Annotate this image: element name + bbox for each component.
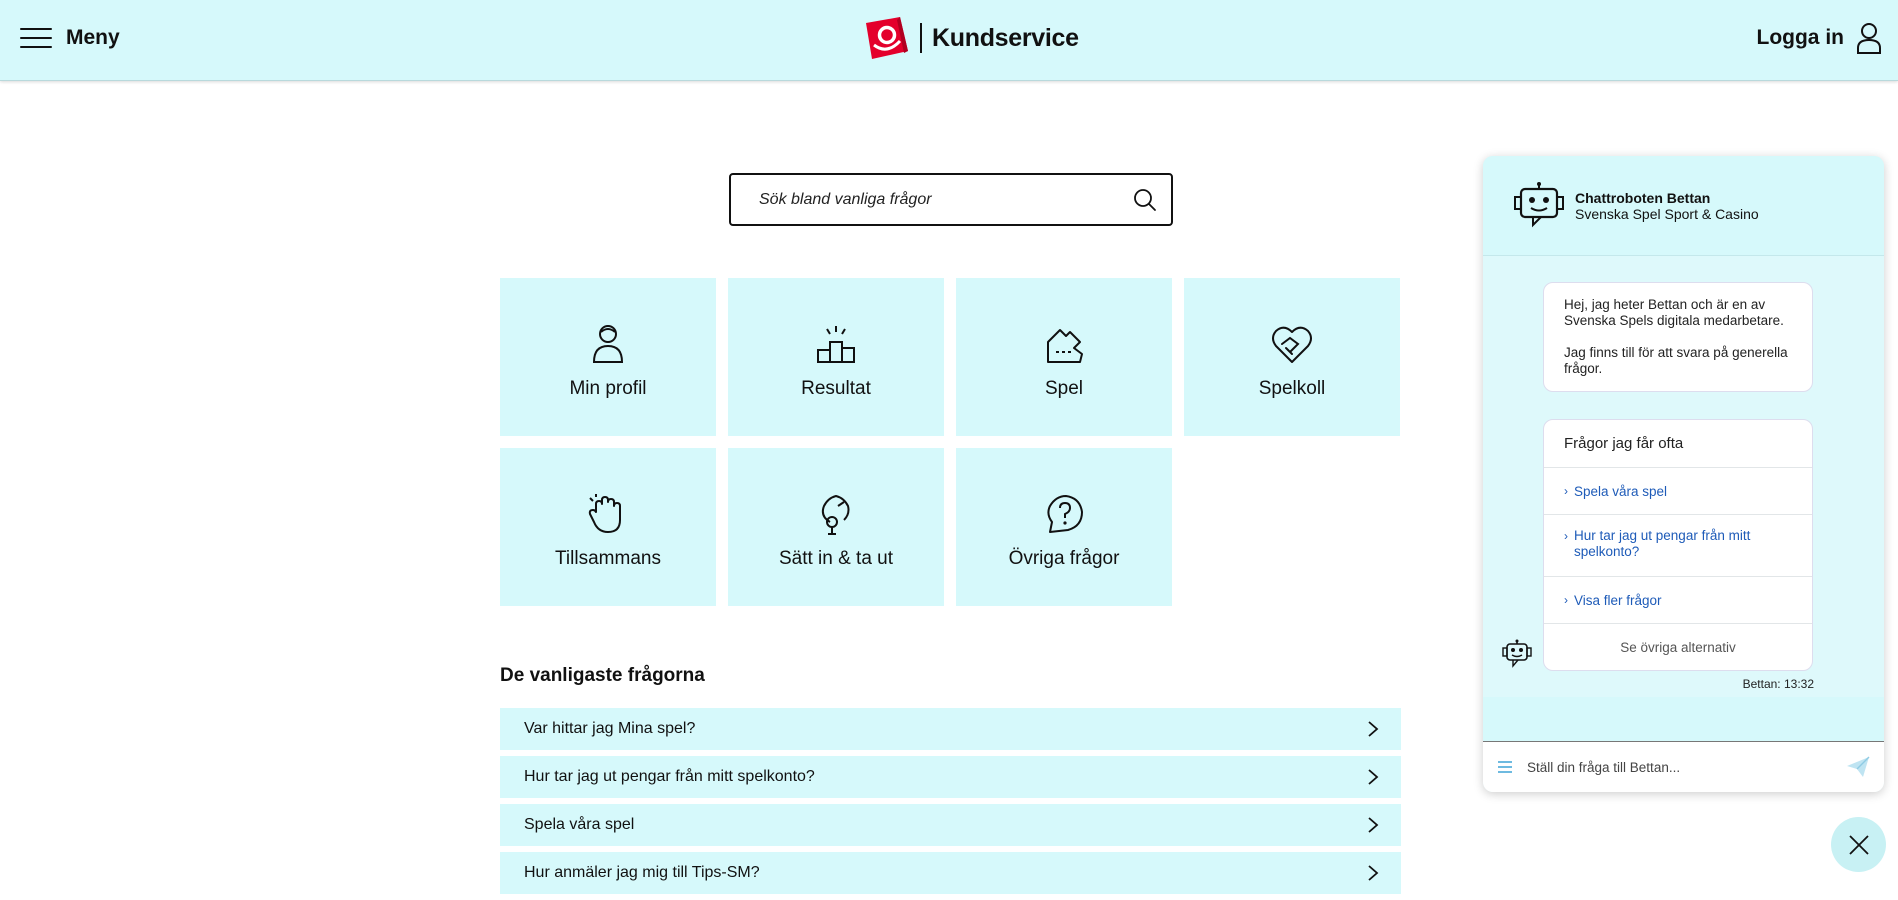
bot-avatar-icon bbox=[1502, 639, 1532, 668]
quick-options: Frågor jag får ofta › Spela våra spel › Hu… bbox=[1543, 419, 1813, 671]
heart-handshake-icon bbox=[1272, 326, 1312, 363]
chat-messages: Hej, jag heter Bettan och är en av Svens… bbox=[1483, 256, 1884, 697]
chevron-right-icon bbox=[1368, 817, 1379, 833]
chevron-right-icon bbox=[1368, 769, 1379, 785]
chat-widget: Chattroboten Bettan Svenska Spel Sport &… bbox=[1483, 156, 1884, 792]
question-bubble-icon bbox=[1047, 495, 1083, 533]
faq-item[interactable]: Hur anmäler jag mig till Tips-SM? bbox=[500, 852, 1401, 894]
chevron-right-icon: › bbox=[1564, 529, 1568, 543]
greeting-text: Hej, jag heter Bettan och är en av Svens… bbox=[1564, 297, 1784, 328]
category-label: Min profil bbox=[569, 378, 647, 399]
brand[interactable]: Kundservice bbox=[860, 14, 1079, 62]
money-bag-icon bbox=[821, 494, 850, 535]
close-icon bbox=[1848, 834, 1869, 855]
category-satt-in-ta-ut[interactable]: Sätt in & ta ut bbox=[728, 448, 944, 606]
category-ovriga-fragor[interactable]: Övriga frågor bbox=[956, 448, 1172, 606]
faq-item[interactable]: Spela våra spel bbox=[500, 804, 1401, 846]
top-header: Meny Kundservice Logga in bbox=[0, 0, 1898, 81]
category-label: Tillsammans bbox=[555, 548, 661, 569]
chat-input-bar bbox=[1483, 741, 1884, 792]
faq-item[interactable]: Hur tar jag ut pengar från mitt spelkont… bbox=[500, 756, 1401, 798]
category-grid: Min profil Resultat Spel Spelkoll Tillsa… bbox=[500, 278, 1402, 606]
category-label: Spel bbox=[1044, 378, 1084, 399]
category-label: Spelkoll bbox=[1258, 378, 1326, 399]
quick-option-label: Visa fler frågor bbox=[1574, 592, 1662, 608]
faq-question: Hur anmäler jag mig till Tips-SM? bbox=[524, 864, 760, 881]
close-chat-button[interactable] bbox=[1831, 817, 1886, 872]
high-five-icon bbox=[588, 494, 621, 533]
ticket-icon bbox=[1047, 329, 1083, 363]
menu-label: Meny bbox=[66, 26, 120, 49]
category-spel[interactable]: Spel bbox=[956, 278, 1172, 436]
quick-option[interactable]: › Visa fler frågor bbox=[1544, 577, 1812, 624]
user-icon bbox=[1857, 23, 1881, 54]
category-min-profil[interactable]: Min profil bbox=[500, 278, 716, 436]
quick-option[interactable]: › Spela våra spel bbox=[1544, 468, 1812, 515]
faq-list: Var hittar jag Mina spel? Hur tar jag ut… bbox=[500, 708, 1401, 900]
quick-option-label: Spela våra spel bbox=[1574, 483, 1668, 499]
chat-header: Chattroboten Bettan Svenska Spel Sport &… bbox=[1483, 156, 1884, 256]
category-tillsammans[interactable]: Tillsammans bbox=[500, 448, 716, 606]
brand-divider bbox=[920, 23, 922, 53]
chat-message-input[interactable] bbox=[1527, 759, 1846, 775]
greeting-text: Jag finns till för att svara på generell… bbox=[1564, 345, 1788, 376]
podium-icon bbox=[817, 326, 855, 363]
person-icon bbox=[592, 325, 624, 363]
faq-search[interactable] bbox=[729, 173, 1173, 226]
category-label: Sätt in & ta ut bbox=[778, 548, 894, 569]
faq-question: Var hittar jag Mina spel? bbox=[524, 720, 696, 737]
chevron-right-icon bbox=[1368, 721, 1379, 737]
chat-message: Hej, jag heter Bettan och är en av Svens… bbox=[1543, 282, 1813, 392]
robot-icon bbox=[1514, 181, 1564, 227]
hamburger-icon bbox=[20, 28, 52, 48]
faq-question: Hur tar jag ut pengar från mitt spelkont… bbox=[524, 768, 815, 785]
login-label: Logga in bbox=[1756, 26, 1845, 49]
chat-bot-name: Chattroboten Bettan bbox=[1575, 189, 1711, 206]
other-alternatives-button[interactable]: Se övriga alternativ bbox=[1544, 624, 1812, 670]
category-label: Resultat bbox=[801, 378, 871, 399]
menu-button[interactable]: Meny bbox=[20, 22, 120, 54]
menu-lines-icon[interactable] bbox=[1497, 760, 1513, 774]
login-button[interactable]: Logga in bbox=[1757, 20, 1883, 56]
send-icon[interactable] bbox=[1846, 756, 1870, 778]
svenska-spel-logo-icon bbox=[866, 17, 908, 59]
chevron-right-icon bbox=[1368, 865, 1379, 881]
quick-options-title: Frågor jag får ofta bbox=[1544, 420, 1812, 468]
category-resultat[interactable]: Resultat bbox=[728, 278, 944, 436]
quick-option-label: Hur tar jag ut pengar från mitt spelkont… bbox=[1574, 528, 1751, 559]
search-icon[interactable] bbox=[1133, 188, 1157, 212]
page-title: Kundservice bbox=[932, 23, 1079, 52]
quick-option[interactable]: › Hur tar jag ut pengar från mitt spelkon… bbox=[1544, 515, 1812, 577]
faq-item[interactable]: Var hittar jag Mina spel? bbox=[500, 708, 1401, 750]
category-label: Övriga frågor bbox=[1008, 548, 1120, 569]
chevron-right-icon: › bbox=[1564, 484, 1568, 498]
chevron-right-icon: › bbox=[1564, 593, 1568, 607]
faq-heading: De vanligaste frågorna bbox=[500, 665, 705, 686]
chat-bot-subtitle: Svenska Spel Sport & Casino bbox=[1575, 205, 1759, 222]
message-timestamp: Bettan: 13:32 bbox=[1742, 677, 1814, 691]
category-spelkoll[interactable]: Spelkoll bbox=[1184, 278, 1400, 436]
faq-question: Spela våra spel bbox=[524, 816, 635, 833]
search-input[interactable] bbox=[759, 190, 1133, 209]
